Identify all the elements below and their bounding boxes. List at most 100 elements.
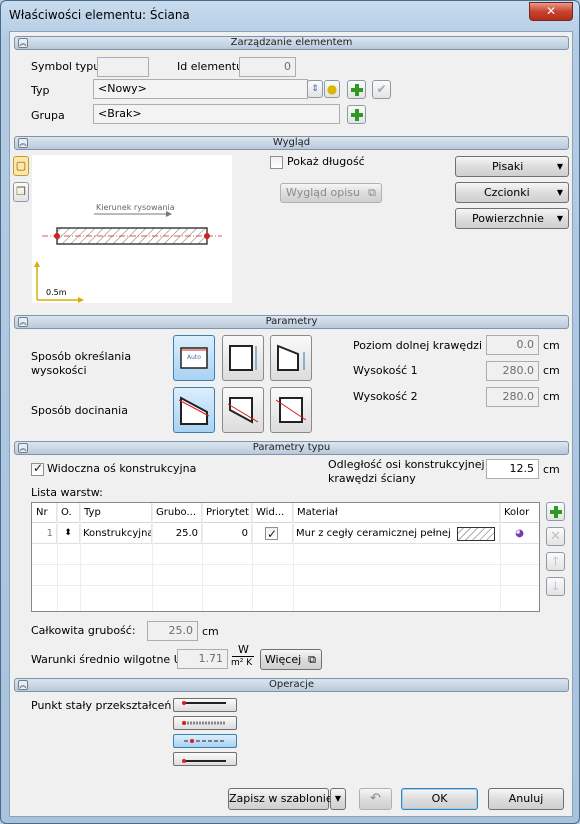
col-type[interactable]: Typ: [80, 503, 152, 523]
empty-row: [32, 545, 539, 565]
wall-axis-icon: [184, 739, 226, 743]
trim-icon-2: [227, 397, 259, 424]
layer-visible-checkbox[interactable]: [265, 525, 278, 544]
height2-unit: cm: [543, 390, 560, 403]
cancel-button[interactable]: Anuluj: [488, 788, 564, 810]
trim-option-1[interactable]: [173, 387, 215, 433]
title-bar: Właściwości elementu: Ściana ✕: [1, 1, 579, 29]
group-combo[interactable]: <Brak>: [93, 104, 340, 124]
u-value-field: 1.71: [177, 649, 228, 669]
cell-visible[interactable]: [252, 524, 293, 544]
fixed-point-axis[interactable]: [173, 734, 237, 748]
trim-option-2[interactable]: [222, 387, 264, 433]
fixed-point-hatch[interactable]: [173, 716, 237, 730]
height1-field[interactable]: 280.0: [486, 361, 539, 381]
type-dropdown-icon[interactable]: ⇕: [307, 80, 323, 98]
color-picker-icon[interactable]: ◕: [500, 524, 539, 544]
id-field[interactable]: 0: [239, 57, 296, 77]
col-material[interactable]: Materiał: [293, 503, 500, 523]
fixed-point-top[interactable]: [173, 698, 237, 712]
add-group-button[interactable]: [347, 105, 366, 124]
layer-table: Nr O. Typ Grubo... Priorytet Wid... Mate…: [31, 502, 540, 612]
collapse-icon: ︽: [18, 317, 28, 327]
wall-preview: Kierunek rysowania 0.5m: [32, 155, 232, 303]
height-sloped-option[interactable]: [270, 335, 312, 381]
trim-icon-1: [178, 396, 210, 425]
fixed-point-bottom[interactable]: [173, 752, 237, 766]
cell-type[interactable]: Konstrukcyjna: [80, 524, 152, 544]
surfaces-button[interactable]: Powierzchnie ▼: [455, 208, 569, 229]
type-combo[interactable]: <Nowy>: [93, 79, 308, 99]
height-fixed-icon: [229, 345, 257, 371]
move-down-icon[interactable]: 🡓: [546, 577, 565, 596]
bottom-edge-field[interactable]: 0.0: [486, 335, 539, 355]
section-appearance[interactable]: ︽ Wygląd: [14, 136, 569, 150]
height1-unit: cm: [543, 364, 560, 377]
fonts-button[interactable]: Czcionki ▼: [455, 182, 569, 203]
cell-thickness[interactable]: 25.0: [152, 524, 202, 544]
height-fixed-option[interactable]: [222, 335, 264, 381]
add-type-button[interactable]: [347, 80, 366, 99]
col-color[interactable]: Kolor: [500, 503, 539, 523]
orientation-icon[interactable]: ⬍: [57, 524, 80, 544]
col-nr[interactable]: Nr: [32, 503, 57, 523]
total-thickness-unit: cm: [202, 625, 219, 638]
total-thickness-label: Całkowita grubość:: [31, 624, 136, 637]
trim-option-3[interactable]: [270, 387, 312, 433]
pens-label: Pisaki: [492, 160, 524, 173]
section-operations[interactable]: ︽ Operacje: [14, 678, 569, 692]
layer-table-header: Nr O. Typ Grubo... Priorytet Wid... Mate…: [32, 503, 539, 523]
section-title: Operacje: [268, 679, 315, 690]
col-orientation[interactable]: O.: [57, 503, 80, 523]
show-length-checkbox[interactable]: [270, 156, 283, 169]
height2-label: Wysokość 2: [353, 390, 418, 403]
cell-priority[interactable]: 0: [202, 524, 252, 544]
symbol-field[interactable]: [97, 57, 149, 77]
height-auto-option[interactable]: Auto: [173, 335, 215, 381]
window-title: Właściwości elementu: Ściana: [9, 8, 190, 22]
col-visible[interactable]: Wid...: [252, 503, 293, 523]
axis-distance-field[interactable]: 12.5: [486, 459, 539, 479]
open-dialog-icon: ⧉: [308, 653, 316, 666]
more-button[interactable]: Więcej ⧉: [260, 649, 322, 670]
dropdown-arrow-icon: ▼: [556, 188, 563, 197]
id-label: Id elementu: [177, 60, 244, 73]
ok-button[interactable]: OK: [401, 788, 478, 810]
col-priority[interactable]: Priorytet: [202, 503, 252, 523]
section-management[interactable]: ︽ Zarządzanie elementem: [14, 36, 569, 50]
description-appearance-label: Wygląd opisu: [286, 186, 360, 199]
cell-nr: 1: [32, 524, 57, 544]
template-dropdown-icon[interactable]: ▼: [330, 788, 346, 810]
section-parameters[interactable]: ︽ Parametry: [14, 315, 569, 329]
undo-icon[interactable]: ↶: [359, 788, 392, 810]
cell-material[interactable]: Mur z cegły ceramicznej pełnej: [293, 524, 500, 544]
close-button[interactable]: ✕: [529, 2, 573, 21]
height2-field[interactable]: 280.0: [486, 387, 539, 407]
delete-layer-icon[interactable]: ✕: [546, 527, 565, 546]
height-sloped-icon: [277, 344, 305, 371]
fonts-label: Czcionki: [484, 186, 530, 199]
plan-view-icon[interactable]: ▢: [13, 156, 29, 176]
wall-top-icon: [182, 701, 226, 705]
height1-label: Wysokość 1: [353, 364, 418, 377]
pens-button[interactable]: Pisaki ▼: [455, 156, 569, 177]
section-type-parameters[interactable]: ︽ Parametry typu: [14, 441, 569, 455]
axis-distance-label-1: Odległość osi konstrukcyjnej od: [328, 458, 502, 471]
surfaces-label: Powierzchnie: [472, 212, 544, 225]
description-appearance-button[interactable]: Wygląd opisu ⧉: [280, 183, 382, 203]
bulb-icon[interactable]: ●: [324, 80, 340, 98]
collapse-icon: ︽: [18, 138, 28, 148]
collapse-icon: ︽: [18, 443, 28, 453]
more-label: Więcej: [264, 653, 302, 666]
trim-icon-3: [275, 397, 307, 423]
bottom-edge-unit: cm: [543, 339, 560, 352]
move-up-icon[interactable]: 🡑: [546, 552, 565, 571]
save-template-button[interactable]: Zapisz w szablonie: [228, 788, 333, 810]
col-thickness[interactable]: Grubo...: [152, 503, 202, 523]
table-row[interactable]: 1 ⬍ Konstrukcyjna 25.0 0 Mur z cegły cer…: [32, 524, 539, 544]
add-layer-button[interactable]: [546, 502, 565, 521]
confirm-type-icon[interactable]: ✔: [372, 80, 391, 99]
3d-view-icon[interactable]: ❒: [13, 182, 29, 202]
visible-axis-checkbox[interactable]: [31, 461, 44, 476]
dropdown-arrow-icon: ▼: [556, 214, 563, 223]
